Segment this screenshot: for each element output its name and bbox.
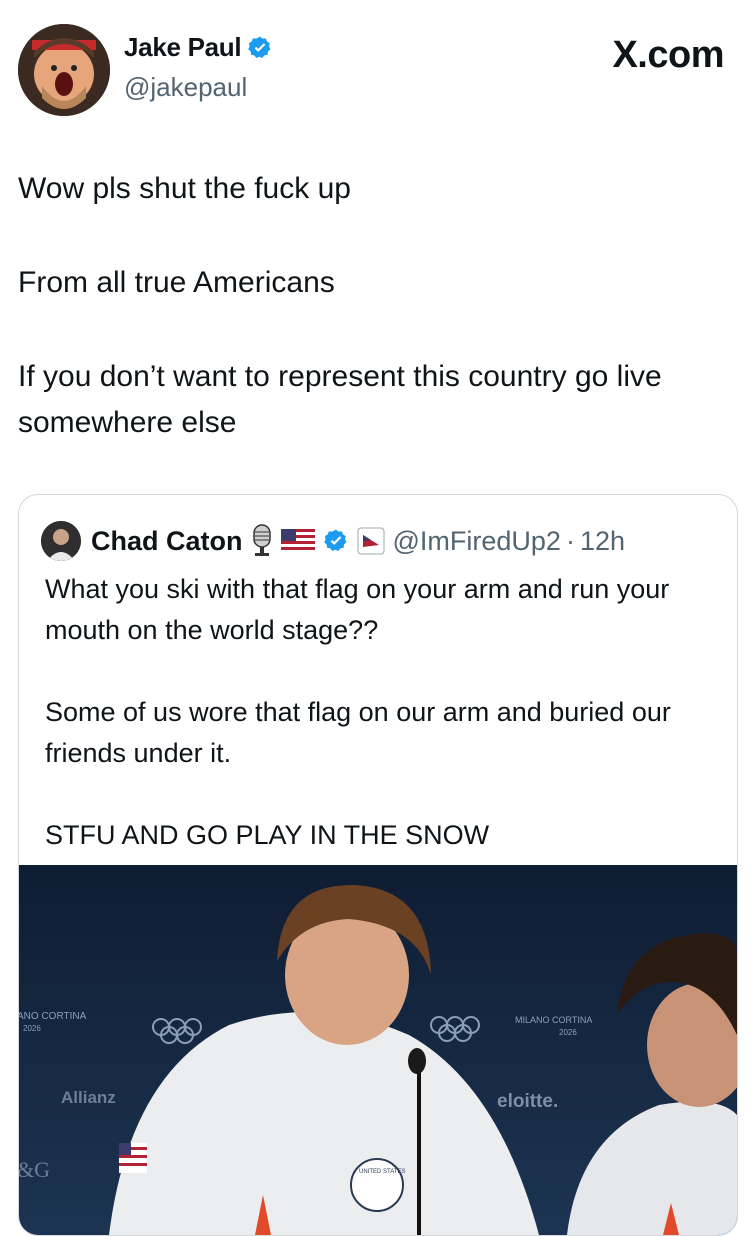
tweet-line: If you don’t want to represent this coun… <box>18 360 662 439</box>
x-logo: X.com <box>612 34 724 76</box>
quoted-line: Some of us wore that flag on our arm and… <box>45 697 671 768</box>
us-flag-icon <box>119 1143 147 1173</box>
tweet-text: Wow pls shut the fuck up From all true A… <box>18 166 738 446</box>
quoted-avatar-photo <box>41 521 81 561</box>
quoted-line: STFU AND GO PLAY IN THE SNOW <box>45 820 490 850</box>
flag-badge-icon <box>357 527 384 555</box>
tweet-line: Wow pls shut the fuck up <box>18 172 351 205</box>
quoted-handle[interactable]: @ImFiredUp2 <box>393 526 561 557</box>
microphone-stand <box>417 1059 421 1235</box>
dot-separator: · <box>565 525 575 556</box>
tweet-line: From all true Americans <box>18 266 335 299</box>
quoted-name[interactable]: Chad Caton <box>91 526 243 557</box>
quoted-tweet[interactable]: Chad Caton @ImFiredUp2 · 12h What you sk… <box>18 494 738 1236</box>
microphone-icon <box>252 524 271 556</box>
corner-text: &G <box>19 1157 50 1182</box>
backdrop-year-right: 2026 <box>559 1028 577 1037</box>
us-flag-icon <box>280 529 315 553</box>
author-name-row: Jake Paul <box>124 32 273 63</box>
verified-badge-icon <box>323 529 346 551</box>
quoted-line: What you ski with that flag on your arm … <box>45 574 670 645</box>
backdrop-text-right: MILANO CORTINA <box>515 1015 592 1025</box>
sponsor-text-right: eloitte. <box>497 1091 558 1112</box>
quoted-avatar[interactable] <box>41 521 81 561</box>
microphone-icon <box>408 1048 426 1074</box>
author-name[interactable]: Jake Paul <box>124 32 242 63</box>
author-avatar[interactable] <box>18 24 110 116</box>
quoted-media-image[interactable]: ANO CORTINA 2026 MILANO CORTINA 2026 All… <box>19 865 737 1235</box>
author-handle[interactable]: @jakepaul <box>124 72 247 103</box>
backdrop-text-left: ANO CORTINA <box>19 1011 87 1022</box>
verified-badge-icon <box>248 36 271 58</box>
badge-text: UNITED STATES <box>359 1169 405 1175</box>
backdrop-year-left: 2026 <box>23 1024 41 1033</box>
avatar-photo <box>18 24 110 116</box>
sponsor-text-left: Allianz <box>61 1088 116 1107</box>
team-usa-badge <box>350 1158 404 1212</box>
quoted-header: Chad Caton @ImFiredUp2 · 12h <box>41 521 625 561</box>
quoted-timestamp[interactable]: 12h <box>580 526 625 557</box>
quoted-text: What you ski with that flag on your arm … <box>45 569 725 856</box>
